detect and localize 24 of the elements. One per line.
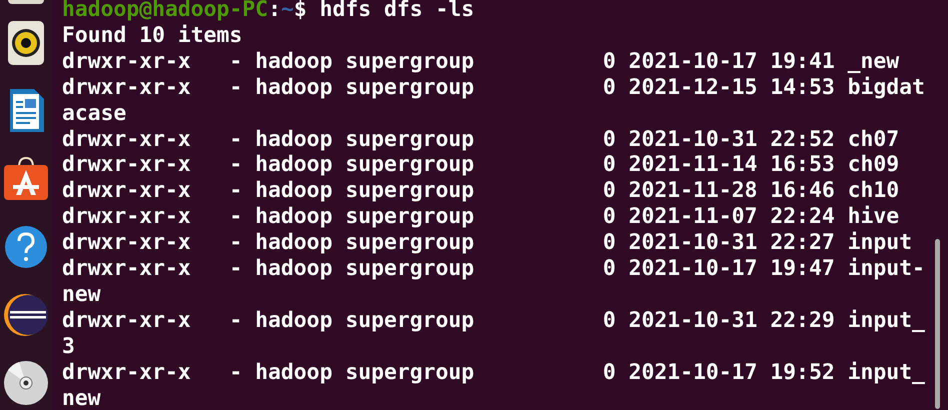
help-icon[interactable]	[4, 225, 48, 269]
output-line: drwxr-xr-x - hadoop supergroup 0 2021-10-31 22:29 input_	[62, 308, 925, 334]
eclipse-icon[interactable]	[3, 292, 49, 338]
output-line: drwxr-xr-x - hadoop supergroup 0 2021-12-15 14:53 bigdat	[62, 74, 925, 101]
output-line: drwxr-xr-x - hadoop supergroup 0 2021-10-17 19:47 input-	[62, 256, 925, 282]
prompt-line: hadoop@hadoop-PC:~$ hdfs dfs -ls	[62, 0, 474, 23]
scrollbar-thumb[interactable]	[935, 239, 940, 409]
output-line: Found 10 items	[62, 22, 242, 49]
speaker-icon[interactable]	[7, 20, 45, 66]
output-line: acase	[62, 100, 126, 127]
shopping-bag-icon[interactable]	[3, 157, 49, 201]
output-line: drwxr-xr-x - hadoop supergroup 0 2021-11-28 16:46 ch10	[62, 178, 900, 204]
output-line: new	[62, 386, 101, 410]
output-line: drwxr-xr-x - hadoop supergroup 0 2021-10-31 22:52 ch07	[62, 126, 900, 152]
output-line: drwxr-xr-x - hadoop supergroup 0 2021-10-31 22:27 input	[62, 230, 912, 256]
document-icon[interactable]	[7, 88, 45, 134]
output-line: new	[62, 282, 101, 308]
output-line: drwxr-xr-x - hadoop supergroup 0 2021-10-17 19:41 _new	[62, 48, 900, 75]
output-line: drwxr-xr-x - hadoop supergroup 0 2021-11-07 22:24 hive	[62, 204, 900, 230]
disc-icon[interactable]	[3, 360, 49, 406]
output-line: 3	[62, 334, 75, 360]
output-line: drwxr-xr-x - hadoop supergroup 0 2021-11-14 16:53 ch09	[62, 152, 900, 178]
output-line: drwxr-xr-x - hadoop supergroup 0 2021-10-17 19:52 input_	[62, 360, 925, 386]
app-icon[interactable]	[8, 0, 44, 6]
